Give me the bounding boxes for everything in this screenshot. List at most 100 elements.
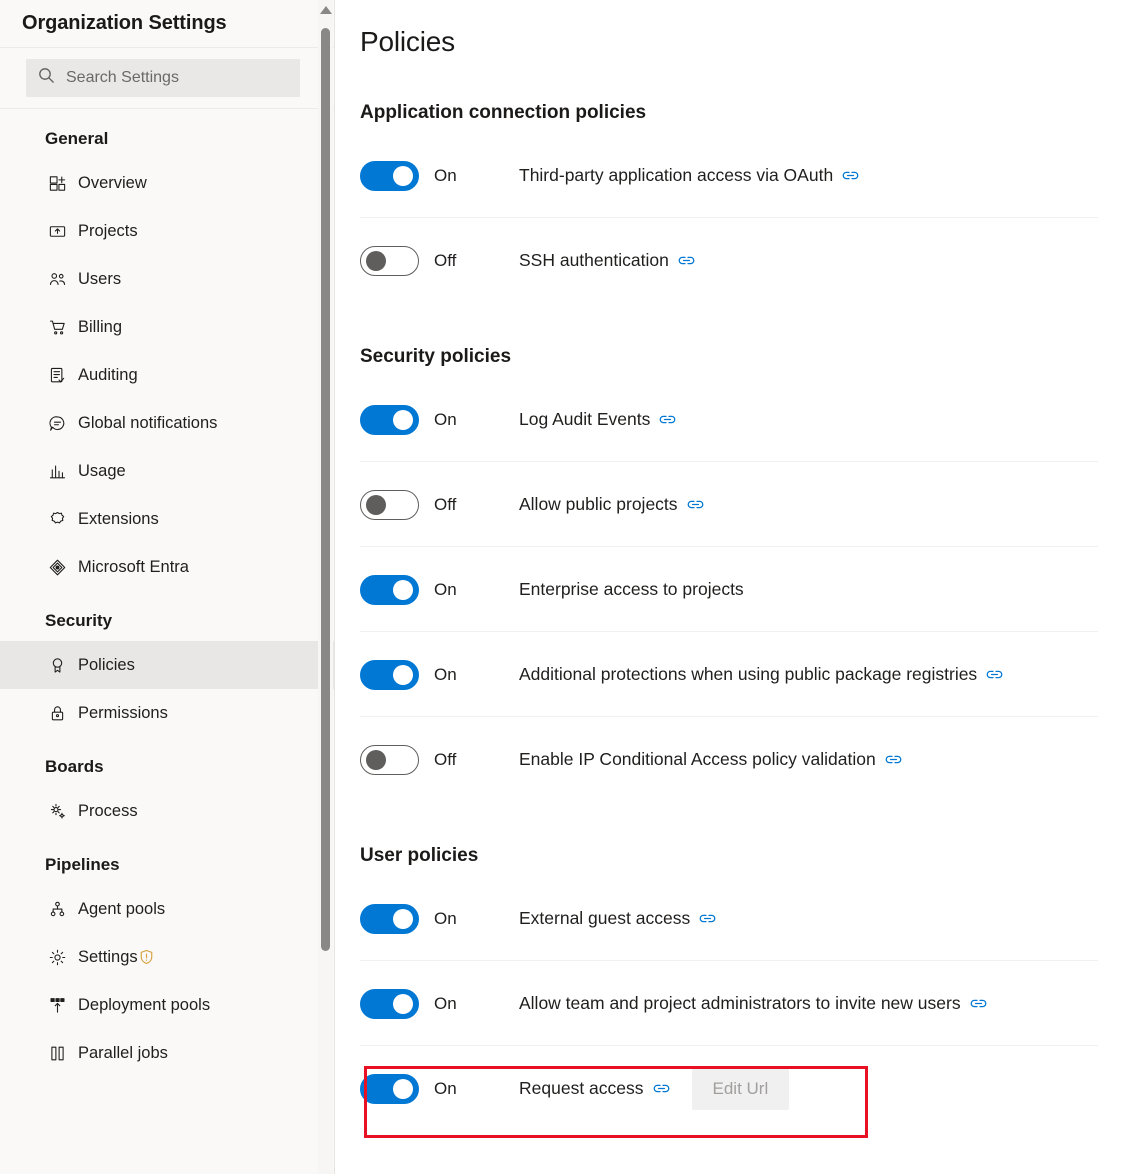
help-link-icon[interactable] bbox=[687, 498, 704, 511]
policy-row: On External guest access bbox=[360, 876, 1143, 961]
policy-toggle-allow-team-and-project-administrators-to-invite-new-users[interactable] bbox=[360, 988, 419, 1019]
process-gear-icon bbox=[47, 801, 67, 821]
sidebar-item-label: Billing bbox=[78, 317, 123, 336]
help-link-icon[interactable] bbox=[699, 912, 716, 925]
sidebar-item-parallel-jobs[interactable]: Parallel jobs bbox=[0, 1029, 334, 1077]
help-link-icon[interactable] bbox=[970, 997, 987, 1010]
sidebar-item-label: Usage bbox=[78, 461, 126, 480]
policy-label-container: Enable IP Conditional Access policy vali… bbox=[519, 749, 902, 770]
sidebar-item-auditing[interactable]: Auditing bbox=[0, 351, 334, 399]
search-input[interactable] bbox=[66, 69, 288, 87]
sidebar-item-label: Microsoft Entra bbox=[78, 557, 189, 576]
policy-label: Third-party application access via OAuth bbox=[519, 165, 834, 185]
billing-cart-icon bbox=[47, 317, 67, 337]
toggle-knob bbox=[393, 664, 413, 685]
toggle-knob bbox=[393, 165, 413, 186]
toggle-state-label: On bbox=[434, 1078, 457, 1098]
help-link-icon[interactable] bbox=[842, 169, 859, 182]
policy-toggle-third-party-application-access-via-oauth[interactable] bbox=[360, 160, 419, 191]
sidebar-item-label: Projects bbox=[78, 221, 138, 240]
sidebar-item-label: Agent pools bbox=[78, 899, 166, 918]
sidebar-item-deployment-pools[interactable]: Deployment pools bbox=[0, 981, 334, 1029]
policy-label-container: SSH authentication bbox=[519, 250, 695, 271]
policy-row: On Allow team and project administrators … bbox=[360, 961, 1143, 1046]
toggle-knob bbox=[366, 494, 386, 515]
toggle-state-label: Off bbox=[434, 250, 457, 270]
policy-row: On Enterprise access to projects bbox=[360, 547, 1143, 632]
toggle-state-label: On bbox=[434, 664, 457, 684]
overview-icon bbox=[47, 173, 67, 193]
policies-ribbon-icon bbox=[47, 655, 67, 675]
toggle-state-label: On bbox=[434, 993, 457, 1013]
sidebar-item-label: Deployment pools bbox=[78, 995, 211, 1014]
settings-sidebar: Organization Settings General Overview Pro… bbox=[0, 0, 335, 1174]
sidebar-item-billing[interactable]: Billing bbox=[0, 303, 334, 351]
policy-label-container: Enterprise access to projects bbox=[519, 579, 744, 600]
scrollbar-thumb[interactable] bbox=[321, 28, 330, 951]
sidebar-item-agent-pools[interactable]: Agent pools bbox=[0, 885, 334, 933]
help-link-icon[interactable] bbox=[678, 254, 695, 267]
sidebar-item-label: Global notifications bbox=[78, 413, 218, 432]
toggle-state-label: On bbox=[434, 165, 457, 185]
policy-toggle-enable-ip-conditional-access-policy-validation[interactable] bbox=[360, 744, 419, 775]
policy-label-container: Allow public projects bbox=[519, 494, 704, 515]
policy-section-user-policies: User policies On External guest access On Al… bbox=[360, 845, 1143, 1131]
sidebar-item-process[interactable]: Process bbox=[0, 787, 334, 835]
sidebar-item-settings[interactable]: Settings bbox=[0, 933, 334, 981]
organization-settings-page: Organization Settings General Overview Pro… bbox=[0, 0, 1143, 1174]
help-link-icon[interactable] bbox=[986, 668, 1003, 681]
policy-row: Off SSH authentication bbox=[360, 218, 1143, 303]
toggle-knob bbox=[366, 749, 386, 770]
sidebar-item-policies[interactable]: Policies bbox=[0, 641, 334, 689]
sidebar-item-overview[interactable]: Overview bbox=[0, 159, 334, 207]
policy-label: External guest access bbox=[519, 908, 691, 928]
projects-icon bbox=[47, 221, 67, 241]
policy-label-container: Additional protections when using public… bbox=[519, 664, 1003, 685]
search-container bbox=[0, 48, 334, 108]
nav-group-title-boards: Boards bbox=[45, 757, 104, 776]
policy-row: On Request access Edit Url bbox=[360, 1046, 1143, 1131]
edit-url-button[interactable]: Edit Url bbox=[691, 1067, 790, 1110]
sidebar-item-label: Parallel jobs bbox=[78, 1043, 168, 1062]
toggle-knob bbox=[393, 993, 413, 1014]
sidebar-item-label: Overview bbox=[78, 173, 147, 192]
search-box[interactable] bbox=[26, 59, 300, 97]
toggle-knob bbox=[393, 908, 413, 929]
sidebar-item-label: Process bbox=[78, 801, 138, 820]
sidebar-item-projects[interactable]: Projects bbox=[0, 207, 334, 255]
policy-toggle-ssh-authentication[interactable] bbox=[360, 245, 419, 276]
sidebar-item-usage[interactable]: Usage bbox=[0, 447, 334, 495]
policy-label: Allow public projects bbox=[519, 494, 678, 514]
sidebar-scrollbar[interactable] bbox=[318, 0, 333, 1174]
auditing-icon bbox=[47, 365, 67, 385]
lock-icon bbox=[47, 703, 67, 723]
parallel-jobs-icon bbox=[47, 1043, 67, 1063]
help-link-icon[interactable] bbox=[653, 1082, 670, 1095]
scroll-up-arrow-icon[interactable] bbox=[320, 6, 332, 14]
sidebar-nav: General Overview Projects Users Billing Audit… bbox=[0, 109, 334, 1077]
sidebar-item-label: Policies bbox=[78, 655, 135, 674]
nav-group-title-pipelines: Pipelines bbox=[45, 855, 120, 874]
policy-toggle-additional-protections-when-using-public-package-registries[interactable] bbox=[360, 659, 419, 690]
deployment-pools-icon bbox=[47, 995, 67, 1015]
sidebar-item-label: Extensions bbox=[78, 509, 159, 528]
help-link-icon[interactable] bbox=[659, 413, 676, 426]
sidebar-item-microsoft-entra[interactable]: Microsoft Entra bbox=[0, 543, 334, 591]
sidebar-item-permissions[interactable]: Permissions bbox=[0, 689, 334, 737]
policy-toggle-allow-public-projects[interactable] bbox=[360, 489, 419, 520]
help-link-icon[interactable] bbox=[885, 753, 902, 766]
policy-toggle-external-guest-access[interactable] bbox=[360, 903, 419, 934]
sidebar-item-global-notifications[interactable]: Global notifications bbox=[0, 399, 334, 447]
search-icon bbox=[38, 67, 55, 89]
policy-section-application-connection-policies: Application connection policies On Third-p… bbox=[360, 102, 1143, 303]
policy-toggle-log-audit-events[interactable] bbox=[360, 404, 419, 435]
sidebar-item-users[interactable]: Users bbox=[0, 255, 334, 303]
agent-pools-icon bbox=[47, 899, 67, 919]
policy-label-container: Allow team and project administrators to… bbox=[519, 993, 987, 1014]
sidebar-item-extensions[interactable]: Extensions bbox=[0, 495, 334, 543]
policy-toggle-enterprise-access-to-projects[interactable] bbox=[360, 574, 419, 605]
toggle-state-label: Off bbox=[434, 494, 457, 514]
policy-toggle-request-access[interactable] bbox=[360, 1073, 419, 1104]
policy-row: Off Enable IP Conditional Access policy v… bbox=[360, 717, 1143, 802]
